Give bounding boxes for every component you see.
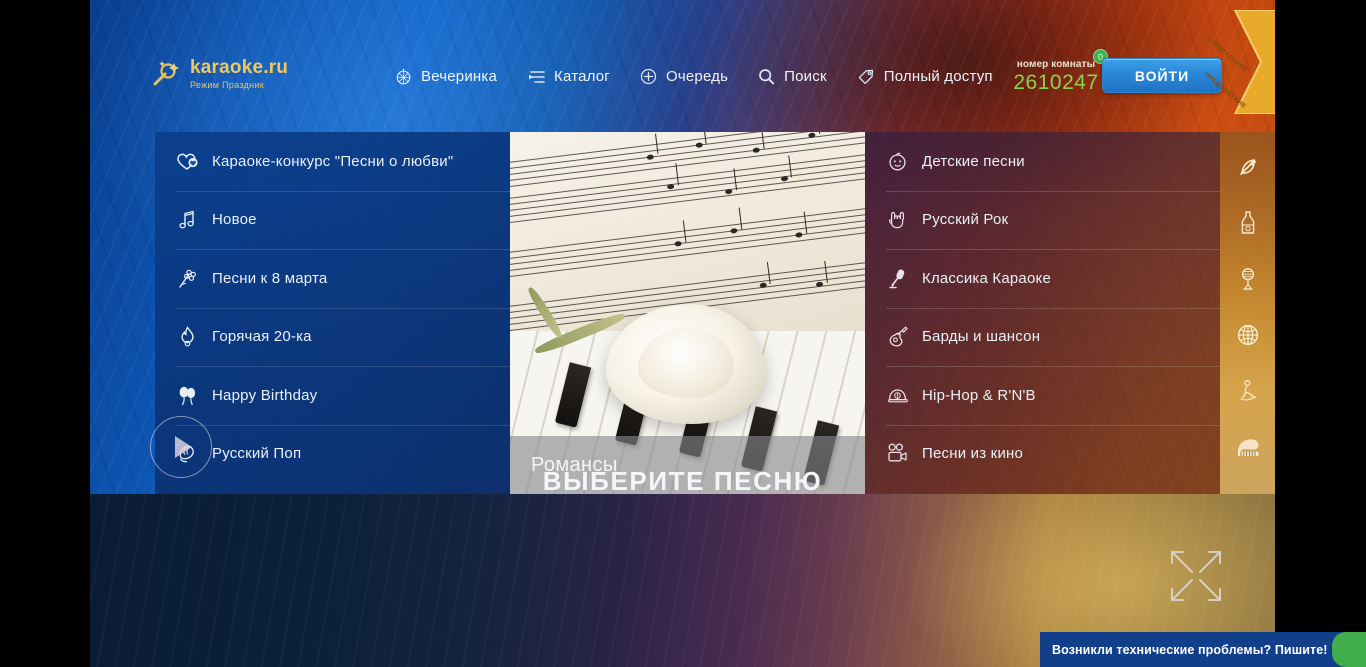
menu-item-label: Песни из кино (922, 445, 1024, 463)
right-category-menu: Детские песни Русский Рок Классика Карао… (865, 132, 1220, 494)
disco-ball-icon (395, 68, 412, 85)
play-icon (175, 436, 192, 458)
nav-label: Очередь (665, 68, 729, 85)
menu-item-label: Русский Поп (212, 445, 302, 463)
nav-item-catalog[interactable]: Каталог (527, 68, 610, 85)
search-icon (758, 68, 775, 85)
room-number: 2610247 (1013, 71, 1099, 94)
main-nav: Вечеринка Каталог Очередь Поиск Полный д… (395, 68, 993, 85)
karaoke-app-window: karaoke.ru Режим Праздник Вечеринка Ката… (90, 0, 1275, 667)
rail-item-drinking-songs[interactable] (1228, 202, 1268, 248)
flower-bouquet-icon (176, 267, 199, 290)
menu-item-label: Happy Birthday (212, 386, 318, 404)
menu-item-kids-songs[interactable]: Детские песни (865, 132, 1220, 191)
menu-item-label: Новое (212, 211, 257, 229)
nav-item-full-access[interactable]: Полный доступ (857, 68, 993, 85)
bottle-icon (1235, 210, 1261, 241)
tag-icon (857, 68, 875, 85)
support-toast-text: Возникли технические проблемы? Пишите! (1052, 642, 1328, 657)
movie-camera-icon (886, 442, 909, 465)
screen: karaoke.ru Режим Праздник Вечеринка Ката… (0, 0, 1366, 667)
menu-item-new[interactable]: Новое (155, 190, 510, 250)
fullscreen-expand-icon (1165, 551, 1227, 611)
menu-item-label: Песни к 8 марта (212, 269, 328, 287)
nav-label: Вечеринка (421, 68, 498, 85)
music-note-icon (176, 208, 199, 231)
rail-item-dance[interactable] (1228, 370, 1268, 416)
room-number-block: номер комнаты 2610247 0 (996, 49, 1116, 95)
balloons-icon (176, 384, 199, 407)
nav-item-search[interactable]: Поиск (758, 68, 827, 85)
menu-item-label: Караоке-конкурс "Песни о любви" (212, 152, 454, 170)
player-status-text: ВЫБЕРИТЕ ПЕСНЮ (542, 466, 823, 496)
nav-label: Поиск (784, 68, 827, 85)
header: karaoke.ru Режим Праздник Вечеринка Ката… (90, 0, 1275, 132)
menu-item-hiphop-rnb[interactable]: Hip-Hop & R'N'B (865, 366, 1220, 425)
rock-hand-icon (886, 208, 909, 231)
heart-icon (176, 150, 199, 173)
grand-piano-icon (1235, 434, 1261, 465)
brand-name: karaoke.ru (190, 57, 289, 78)
menu-item-karaoke-classics[interactable]: Классика Караоке (865, 249, 1220, 308)
hammer-sickle-icon (1235, 154, 1261, 185)
featured-category-card[interactable]: Романсы (510, 132, 865, 494)
menu-item-label: Горячая 20-ка (212, 328, 312, 346)
microphone-retro-icon (1235, 266, 1261, 297)
nav-label: Каталог (554, 68, 610, 85)
playlist-icon (527, 69, 545, 85)
support-toast-accent (1332, 632, 1366, 667)
microphone-icon (886, 267, 909, 290)
brand-logo[interactable]: karaoke.ru Режим Праздник (148, 57, 288, 91)
genre-icon-rail (1220, 132, 1275, 494)
microphone-sparkle-icon (148, 57, 182, 91)
plus-circle-icon (640, 68, 657, 85)
rail-item-retro[interactable] (1228, 258, 1268, 304)
menu-item-bards-chanson[interactable]: Барды и шансон (865, 307, 1220, 367)
menu-item-love-songs-contest[interactable]: Караоке-конкурс "Песни о любви" (155, 132, 510, 191)
rail-item-soviet[interactable] (1228, 146, 1268, 192)
guitar-icon (886, 325, 909, 348)
cap-icon (886, 384, 909, 407)
nav-item-queue[interactable]: Очередь (640, 68, 728, 85)
special-offer-ribbon[interactable]: СПЕЦИАЛЬНОЕ ПРЕДЛОЖЕНИЕ (1195, 9, 1275, 115)
nav-item-party[interactable]: Вечеринка (395, 68, 497, 85)
category-panels: Караоке-конкурс "Песни о любви" Новое Пе… (90, 132, 1275, 494)
menu-item-happy-birthday[interactable]: Happy Birthday (155, 366, 510, 425)
card-artwork: Романсы (510, 132, 865, 494)
white-rose-highlight (638, 328, 734, 398)
menu-item-hot-20[interactable]: Горячая 20-ка (155, 307, 510, 367)
dancer-icon (1235, 378, 1261, 409)
rail-item-world[interactable] (1228, 314, 1268, 360)
menu-item-label: Детские песни (922, 152, 1025, 170)
baby-face-icon (886, 150, 909, 173)
menu-item-label: Барды и шансон (922, 328, 1041, 346)
menu-item-russian-rock[interactable]: Русский Рок (865, 190, 1220, 250)
flame-icon (176, 325, 199, 348)
menu-item-label: Hip-Hop & R'N'B (922, 386, 1036, 404)
nav-label: Полный доступ (883, 68, 993, 85)
menu-item-label: Классика Караоке (922, 269, 1051, 287)
support-toast[interactable]: Возникли технические проблемы? Пишите! (1040, 632, 1366, 667)
globe-icon (1235, 322, 1261, 353)
fullscreen-button[interactable] (1165, 545, 1227, 607)
brand-tagline: Режим Праздник (190, 80, 264, 90)
menu-item-label: Русский Рок (922, 211, 1009, 229)
menu-item-march-8[interactable]: Песни к 8 марта (155, 249, 510, 308)
